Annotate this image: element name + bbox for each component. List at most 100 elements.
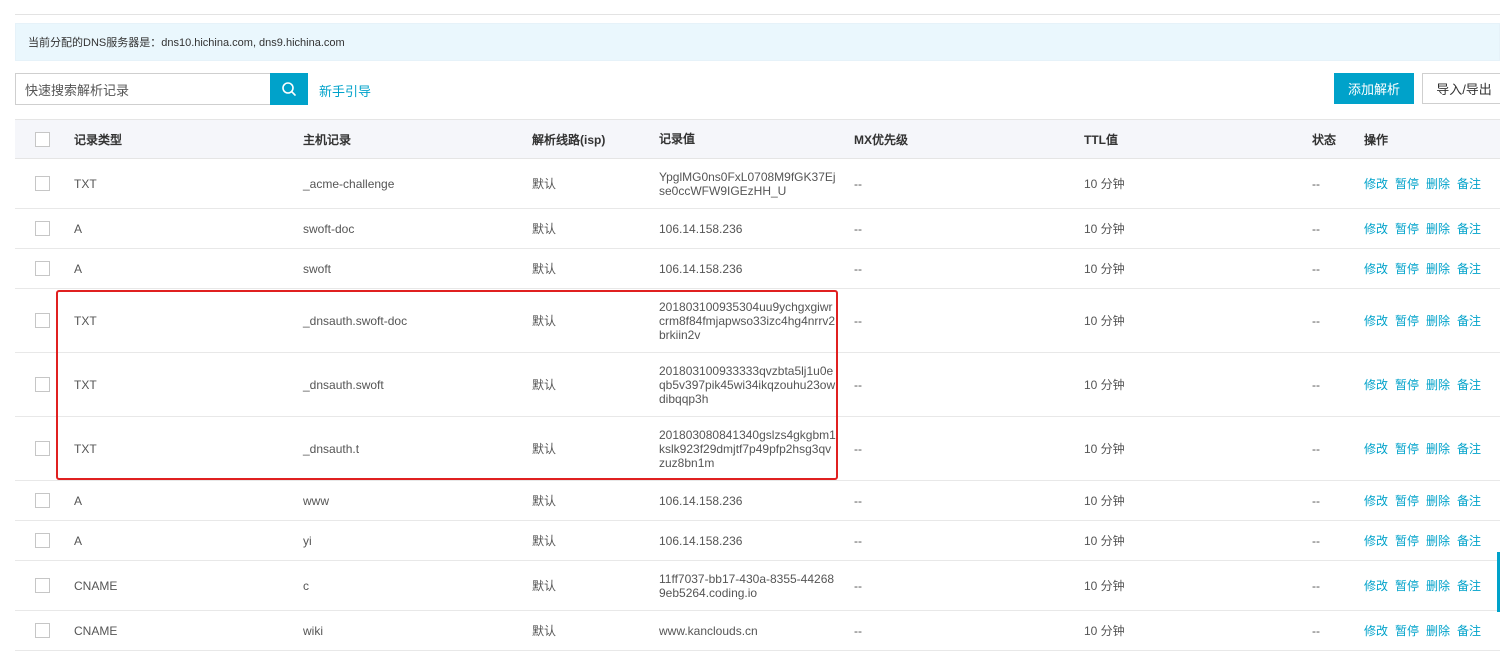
header-host-record[interactable]: 主机记录 <box>303 120 351 158</box>
row-select-cell <box>35 521 50 560</box>
edit-link[interactable]: 修改 <box>1364 492 1388 509</box>
remark-link[interactable]: 备注 <box>1457 577 1481 594</box>
add-record-button[interactable]: 添加解析 <box>1334 73 1414 104</box>
record-value: 106.14.158.236 <box>659 221 743 236</box>
pause-link[interactable]: 暂停 <box>1395 577 1419 594</box>
host-record: _dnsauth.swoft <box>303 377 384 392</box>
delete-link[interactable]: 删除 <box>1426 622 1450 639</box>
table-row: CNAME c 默认 11ff7037-bb17-430a-8355-442689eb… <box>15 561 1500 611</box>
remark-link[interactable]: 备注 <box>1457 622 1481 639</box>
search-button[interactable] <box>270 73 308 105</box>
delete-link[interactable]: 删除 <box>1426 312 1450 329</box>
header-status: 状态 <box>1312 132 1337 147</box>
remark-link[interactable]: 备注 <box>1457 312 1481 329</box>
header-record-value: 记录值 <box>659 132 696 146</box>
record-value: www.kanclouds.cn <box>659 623 758 638</box>
top-divider <box>15 14 1500 15</box>
mx-priority: -- <box>854 176 862 191</box>
delete-link[interactable]: 删除 <box>1426 175 1450 192</box>
ttl-value: 10 分钟 <box>1084 494 1125 508</box>
edit-link[interactable]: 修改 <box>1364 622 1388 639</box>
row-select-cell <box>35 159 50 208</box>
remark-link[interactable]: 备注 <box>1457 492 1481 509</box>
edit-link[interactable]: 修改 <box>1364 312 1388 329</box>
pause-link[interactable]: 暂停 <box>1395 440 1419 457</box>
record-status: -- <box>1312 493 1320 508</box>
resolve-line: 默认 <box>532 442 557 456</box>
edit-link[interactable]: 修改 <box>1364 532 1388 549</box>
delete-link[interactable]: 删除 <box>1426 577 1450 594</box>
host-record: swoft-doc <box>303 221 355 236</box>
pause-link[interactable]: 暂停 <box>1395 312 1419 329</box>
edit-link[interactable]: 修改 <box>1364 220 1388 237</box>
remark-link[interactable]: 备注 <box>1457 175 1481 192</box>
pause-link[interactable]: 暂停 <box>1395 260 1419 277</box>
row-checkbox[interactable] <box>35 578 50 593</box>
record-type: TXT <box>74 313 97 328</box>
header-ttl: TTL值 <box>1084 132 1118 147</box>
record-value: 201803080841340gslzs4gkgbm1kslk923f29dmj… <box>659 427 836 470</box>
record-value: 201803100935304uu9ychgxgiwrcrm8f84fmjapw… <box>659 299 836 342</box>
row-select-cell <box>35 209 50 248</box>
search-icon <box>282 82 296 96</box>
host-record: _dnsauth.swoft-doc <box>303 313 408 328</box>
delete-link[interactable]: 删除 <box>1426 492 1450 509</box>
edit-link[interactable]: 修改 <box>1364 440 1388 457</box>
remark-link[interactable]: 备注 <box>1457 376 1481 393</box>
import-export-button[interactable]: 导入/导出 <box>1422 73 1500 104</box>
resolve-line: 默认 <box>532 314 557 328</box>
row-actions: 修改 暂停 删除 备注 <box>1364 249 1488 288</box>
table-row: Aswoft-doc 默认 106.14.158.236 -- 10 分钟 -- 修改 暂停删… <box>15 209 1500 249</box>
table-row: TXT _dnsauth.swoft 默认 201803100933333qvzbta… <box>15 353 1500 417</box>
remark-link[interactable]: 备注 <box>1457 532 1481 549</box>
edit-link[interactable]: 修改 <box>1364 577 1388 594</box>
row-checkbox[interactable] <box>35 261 50 276</box>
pause-link[interactable]: 暂停 <box>1395 532 1419 549</box>
record-value: YpglMG0ns0FxL0708M9fGK37Ejse0ccWFW9IGEzH… <box>659 169 836 198</box>
beginner-guide-link[interactable]: 新手引导 <box>319 81 371 100</box>
mx-priority: -- <box>854 221 862 236</box>
record-type: A <box>74 221 83 236</box>
pause-link[interactable]: 暂停 <box>1395 175 1419 192</box>
delete-link[interactable]: 删除 <box>1426 260 1450 277</box>
row-checkbox[interactable] <box>35 221 50 236</box>
ttl-value: 10 分钟 <box>1084 378 1125 392</box>
ttl-value: 10 分钟 <box>1084 222 1125 236</box>
resolve-line: 默认 <box>532 222 557 236</box>
pause-link[interactable]: 暂停 <box>1395 492 1419 509</box>
pause-link[interactable]: 暂停 <box>1395 376 1419 393</box>
row-checkbox[interactable] <box>35 377 50 392</box>
delete-link[interactable]: 删除 <box>1426 220 1450 237</box>
row-checkbox[interactable] <box>35 533 50 548</box>
pause-link[interactable]: 暂停 <box>1395 622 1419 639</box>
edit-link[interactable]: 修改 <box>1364 376 1388 393</box>
remark-link[interactable]: 备注 <box>1457 440 1481 457</box>
ttl-value: 10 分钟 <box>1084 177 1125 191</box>
record-value: 11ff7037-bb17-430a-8355-442689eb5264.cod… <box>659 571 835 600</box>
header-record-type[interactable]: 记录类型 <box>74 120 122 158</box>
select-all-checkbox[interactable] <box>35 131 50 147</box>
record-value: 106.14.158.236 <box>659 493 743 508</box>
remark-link[interactable]: 备注 <box>1457 220 1481 237</box>
search-placeholder: 快速搜索解析记录 <box>25 82 130 98</box>
record-type: TXT <box>74 441 97 456</box>
delete-link[interactable]: 删除 <box>1426 440 1450 457</box>
row-checkbox[interactable] <box>35 441 50 456</box>
row-checkbox[interactable] <box>35 176 50 191</box>
row-actions: 修改 暂停 删除 备注 <box>1364 353 1488 416</box>
search-input[interactable]: 快速搜索解析记录 <box>15 73 271 105</box>
row-checkbox[interactable] <box>35 313 50 328</box>
edit-link[interactable]: 修改 <box>1364 260 1388 277</box>
remark-link[interactable]: 备注 <box>1457 260 1481 277</box>
mx-priority: -- <box>854 578 862 593</box>
row-checkbox[interactable] <box>35 623 50 638</box>
record-status: -- <box>1312 578 1320 593</box>
pause-link[interactable]: 暂停 <box>1395 220 1419 237</box>
row-select-cell <box>35 417 50 480</box>
delete-link[interactable]: 删除 <box>1426 532 1450 549</box>
row-select-cell <box>35 289 50 352</box>
header-resolve-line[interactable]: 解析线路(isp) <box>532 120 605 158</box>
row-checkbox[interactable] <box>35 493 50 508</box>
delete-link[interactable]: 删除 <box>1426 376 1450 393</box>
edit-link[interactable]: 修改 <box>1364 175 1388 192</box>
